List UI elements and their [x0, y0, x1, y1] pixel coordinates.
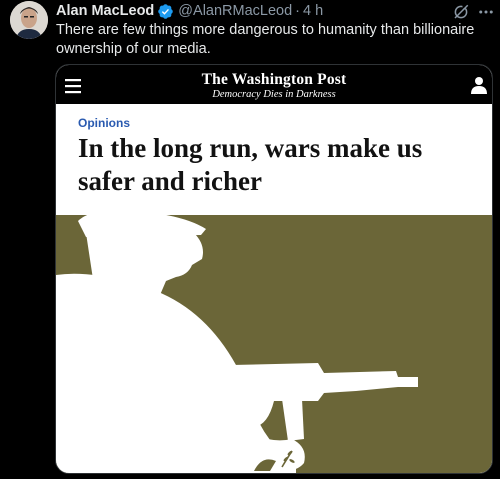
grok-icon[interactable]: [452, 3, 470, 21]
timestamp[interactable]: 4 h: [303, 3, 323, 19]
avatar[interactable]: [10, 1, 48, 39]
more-icon[interactable]: [476, 3, 496, 21]
separator-dot: ·: [295, 3, 301, 19]
user-icon[interactable]: [470, 76, 488, 94]
soldier-illustration: [56, 215, 492, 473]
tweet: Alan MacLeod @AlanRMacLeod · 4 h There a…: [0, 0, 500, 479]
tweet-text: There are few things more dangerous to h…: [56, 22, 475, 57]
wapo-header-bar: The Washington Post Democracy Dies in Da…: [56, 65, 492, 104]
masthead: The Washington Post: [201, 71, 347, 88]
author-name[interactable]: Alan MacLeod: [56, 3, 154, 19]
tweet-header: Alan MacLeod @AlanRMacLeod · 4 h: [56, 2, 323, 20]
tweet-media[interactable]: The Washington Post Democracy Dies in Da…: [55, 64, 493, 474]
article-headline: In the long run, wars make us safer and …: [78, 133, 423, 196]
section-label[interactable]: Opinions: [78, 116, 130, 130]
verified-badge-icon: [158, 3, 174, 19]
masthead-tagline: Democracy Dies in Darkness: [212, 89, 336, 100]
avatar-image: [10, 1, 48, 39]
author-handle[interactable]: @AlanRMacLeod: [178, 3, 292, 19]
